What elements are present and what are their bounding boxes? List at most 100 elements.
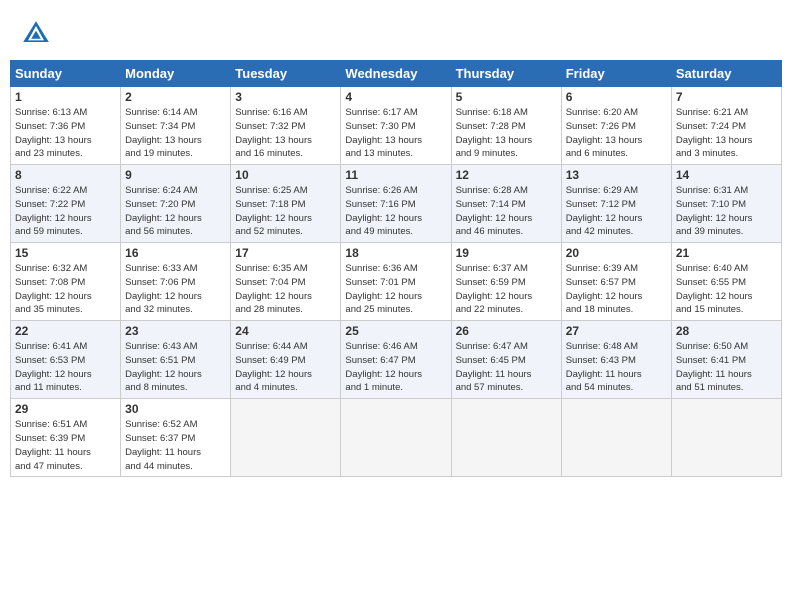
day-number: 13: [566, 168, 667, 182]
day-number: 30: [125, 402, 226, 416]
day-info: Sunrise: 6:16 AM Sunset: 7:32 PM Dayligh…: [235, 106, 336, 161]
day-number: 11: [345, 168, 446, 182]
day-number: 1: [15, 90, 116, 104]
day-number: 17: [235, 246, 336, 260]
calendar-week-4: 22 Sunrise: 6:41 AM Sunset: 6:53 PM Dayli…: [11, 321, 782, 399]
day-info: Sunrise: 6:21 AM Sunset: 7:24 PM Dayligh…: [676, 106, 777, 161]
day-header-sunday: Sunday: [11, 61, 121, 87]
day-info: Sunrise: 6:39 AM Sunset: 6:57 PM Dayligh…: [566, 262, 667, 317]
calendar-cell: 5Sunrise: 6:18 AM Sunset: 7:28 PM Daylig…: [451, 87, 561, 165]
logo: [20, 18, 56, 50]
calendar-cell: 10 Sunrise: 6:25 AM Sunset: 7:18 PM Dayli…: [231, 165, 341, 243]
day-info: Sunrise: 6:44 AM Sunset: 6:49 PM Dayligh…: [235, 340, 336, 395]
day-info: Sunrise: 6:22 AM Sunset: 7:22 PM Dayligh…: [15, 184, 116, 239]
calendar-cell: [671, 399, 781, 477]
day-header-friday: Friday: [561, 61, 671, 87]
day-number: 14: [676, 168, 777, 182]
calendar-cell: 1 Sunrise: 6:13 AM Sunset: 7:36 PM Daylig…: [11, 87, 121, 165]
day-info: Sunrise: 6:50 AM Sunset: 6:41 PM Dayligh…: [676, 340, 777, 395]
day-header-thursday: Thursday: [451, 61, 561, 87]
day-info: Sunrise: 6:48 AM Sunset: 6:43 PM Dayligh…: [566, 340, 667, 395]
day-number: 28: [676, 324, 777, 338]
calendar-cell: 30 Sunrise: 6:52 AM Sunset: 6:37 PM Dayli…: [121, 399, 231, 477]
calendar-cell: [451, 399, 561, 477]
calendar-cell: [561, 399, 671, 477]
day-info: Sunrise: 6:43 AM Sunset: 6:51 PM Dayligh…: [125, 340, 226, 395]
day-number: 9: [125, 168, 226, 182]
day-number: 7: [676, 90, 777, 104]
calendar-cell: 6 Sunrise: 6:20 AM Sunset: 7:26 PM Daylig…: [561, 87, 671, 165]
day-info: Sunrise: 6:46 AM Sunset: 6:47 PM Dayligh…: [345, 340, 446, 395]
day-info: Sunrise: 6:17 AM Sunset: 7:30 PM Dayligh…: [345, 106, 446, 161]
day-number: 18: [345, 246, 446, 260]
day-info: Sunrise: 6:25 AM Sunset: 7:18 PM Dayligh…: [235, 184, 336, 239]
day-number: 4: [345, 90, 446, 104]
calendar-cell: 21 Sunrise: 6:40 AM Sunset: 6:55 PM Dayli…: [671, 243, 781, 321]
day-number: 21: [676, 246, 777, 260]
day-number: 12: [456, 168, 557, 182]
calendar-cell: 28 Sunrise: 6:50 AM Sunset: 6:41 PM Dayli…: [671, 321, 781, 399]
day-info: Sunrise: 6:18 AM Sunset: 7:28 PM Dayligh…: [456, 106, 557, 161]
calendar-cell: 29 Sunrise: 6:51 AM Sunset: 6:39 PM Dayli…: [11, 399, 121, 477]
day-info: Sunrise: 6:20 AM Sunset: 7:26 PM Dayligh…: [566, 106, 667, 161]
calendar-cell: 17 Sunrise: 6:35 AM Sunset: 7:04 PM Dayli…: [231, 243, 341, 321]
calendar-header-row: SundayMondayTuesdayWednesdayThursdayFrid…: [11, 61, 782, 87]
day-number: 8: [15, 168, 116, 182]
day-info: Sunrise: 6:35 AM Sunset: 7:04 PM Dayligh…: [235, 262, 336, 317]
day-info: Sunrise: 6:37 AM Sunset: 6:59 PM Dayligh…: [456, 262, 557, 317]
calendar-week-3: 15 Sunrise: 6:32 AM Sunset: 7:08 PM Dayli…: [11, 243, 782, 321]
day-info: Sunrise: 6:24 AM Sunset: 7:20 PM Dayligh…: [125, 184, 226, 239]
day-number: 22: [15, 324, 116, 338]
day-info: Sunrise: 6:41 AM Sunset: 6:53 PM Dayligh…: [15, 340, 116, 395]
calendar-cell: 19 Sunrise: 6:37 AM Sunset: 6:59 PM Dayli…: [451, 243, 561, 321]
calendar-cell: 27 Sunrise: 6:48 AM Sunset: 6:43 PM Dayli…: [561, 321, 671, 399]
day-number: 16: [125, 246, 226, 260]
day-header-saturday: Saturday: [671, 61, 781, 87]
day-number: 26: [456, 324, 557, 338]
calendar-cell: 25 Sunrise: 6:46 AM Sunset: 6:47 PM Dayli…: [341, 321, 451, 399]
calendar-week-2: 8 Sunrise: 6:22 AM Sunset: 7:22 PM Daylig…: [11, 165, 782, 243]
day-number: 27: [566, 324, 667, 338]
calendar-cell: 12 Sunrise: 6:28 AM Sunset: 7:14 PM Dayli…: [451, 165, 561, 243]
day-info: Sunrise: 6:52 AM Sunset: 6:37 PM Dayligh…: [125, 418, 226, 473]
day-number: 10: [235, 168, 336, 182]
day-info: Sunrise: 6:31 AM Sunset: 7:10 PM Dayligh…: [676, 184, 777, 239]
calendar-cell: 14 Sunrise: 6:31 AM Sunset: 7:10 PM Dayli…: [671, 165, 781, 243]
calendar-week-1: 1 Sunrise: 6:13 AM Sunset: 7:36 PM Daylig…: [11, 87, 782, 165]
calendar-cell: [231, 399, 341, 477]
calendar-cell: 2Sunrise: 6:14 AM Sunset: 7:34 PM Daylig…: [121, 87, 231, 165]
day-info: Sunrise: 6:40 AM Sunset: 6:55 PM Dayligh…: [676, 262, 777, 317]
calendar-cell: 26 Sunrise: 6:47 AM Sunset: 6:45 PM Dayli…: [451, 321, 561, 399]
day-info: Sunrise: 6:26 AM Sunset: 7:16 PM Dayligh…: [345, 184, 446, 239]
calendar-table: SundayMondayTuesdayWednesdayThursdayFrid…: [10, 60, 782, 477]
day-info: Sunrise: 6:13 AM Sunset: 7:36 PM Dayligh…: [15, 106, 116, 161]
day-info: Sunrise: 6:28 AM Sunset: 7:14 PM Dayligh…: [456, 184, 557, 239]
calendar-cell: [341, 399, 451, 477]
calendar-cell: 23 Sunrise: 6:43 AM Sunset: 6:51 PM Dayli…: [121, 321, 231, 399]
day-number: 25: [345, 324, 446, 338]
day-number: 2: [125, 90, 226, 104]
day-number: 19: [456, 246, 557, 260]
day-info: Sunrise: 6:51 AM Sunset: 6:39 PM Dayligh…: [15, 418, 116, 473]
calendar-cell: 16Sunrise: 6:33 AM Sunset: 7:06 PM Dayli…: [121, 243, 231, 321]
day-header-monday: Monday: [121, 61, 231, 87]
calendar-cell: 13Sunrise: 6:29 AM Sunset: 7:12 PM Dayli…: [561, 165, 671, 243]
day-number: 15: [15, 246, 116, 260]
day-number: 29: [15, 402, 116, 416]
calendar-cell: 8 Sunrise: 6:22 AM Sunset: 7:22 PM Daylig…: [11, 165, 121, 243]
day-info: Sunrise: 6:47 AM Sunset: 6:45 PM Dayligh…: [456, 340, 557, 395]
calendar-cell: 11 Sunrise: 6:26 AM Sunset: 7:16 PM Dayli…: [341, 165, 451, 243]
day-number: 20: [566, 246, 667, 260]
calendar-cell: 22 Sunrise: 6:41 AM Sunset: 6:53 PM Dayli…: [11, 321, 121, 399]
day-number: 6: [566, 90, 667, 104]
calendar-cell: 15 Sunrise: 6:32 AM Sunset: 7:08 PM Dayli…: [11, 243, 121, 321]
calendar-week-5: 29 Sunrise: 6:51 AM Sunset: 6:39 PM Dayli…: [11, 399, 782, 477]
calendar-cell: 24 Sunrise: 6:44 AM Sunset: 6:49 PM Dayli…: [231, 321, 341, 399]
day-number: 23: [125, 324, 226, 338]
logo-icon: [20, 18, 52, 50]
day-info: Sunrise: 6:32 AM Sunset: 7:08 PM Dayligh…: [15, 262, 116, 317]
calendar-cell: 20 Sunrise: 6:39 AM Sunset: 6:57 PM Dayli…: [561, 243, 671, 321]
day-info: Sunrise: 6:36 AM Sunset: 7:01 PM Dayligh…: [345, 262, 446, 317]
calendar-cell: 18 Sunrise: 6:36 AM Sunset: 7:01 PM Dayli…: [341, 243, 451, 321]
day-number: 24: [235, 324, 336, 338]
